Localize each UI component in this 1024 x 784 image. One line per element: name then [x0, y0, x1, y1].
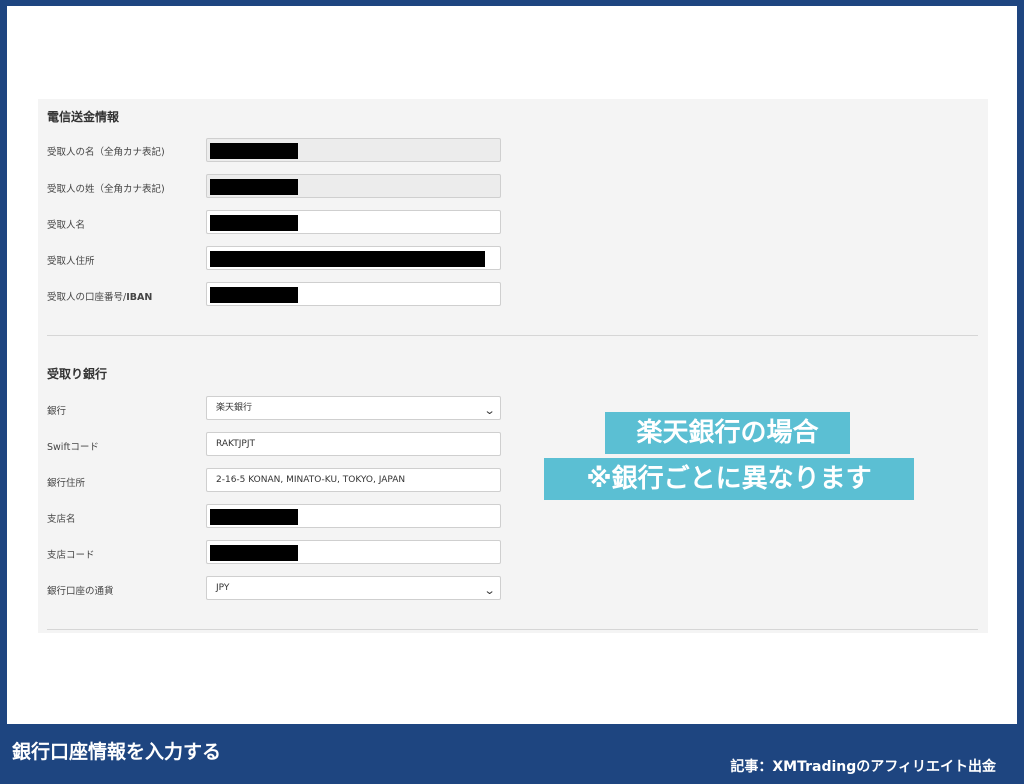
bank-address-label: 銀行住所 [47, 478, 86, 489]
redaction-bar [210, 251, 485, 267]
wire-section-title: 電信送金情報 [47, 110, 120, 124]
branch-name-field[interactable] [206, 504, 501, 528]
redaction-bar [210, 545, 298, 561]
swift-code-label: Swiftコード [47, 442, 99, 453]
section-divider [47, 629, 978, 630]
content-canvas: 電信送金情報 受取人の名（全角カナ表記) 受取人の姓（全角カナ表記) 受取人名 … [7, 6, 1017, 724]
bank-label: 銀行 [47, 406, 67, 417]
screenshot-frame: { "wire_section": { "title": "電信送金情報", "… [0, 0, 1024, 784]
bank-select[interactable]: 楽天銀行 ⌄ [206, 396, 501, 420]
recipient-account-iban-field[interactable] [206, 282, 501, 306]
branch-code-label: 支店コード [47, 550, 95, 561]
recipient-address-field[interactable] [206, 246, 501, 270]
callout-line-1: 楽天銀行の場合 [605, 412, 850, 454]
bank-section-title: 受取り銀行 [47, 367, 108, 381]
recipient-first-name-field[interactable] [206, 138, 501, 162]
redaction-bar [210, 509, 298, 525]
bank-address-field[interactable]: 2-16-5 KONAN, MINATO-KU, TOKYO, JAPAN [206, 468, 501, 492]
withdrawal-form-panel: 電信送金情報 受取人の名（全角カナ表記) 受取人の姓（全角カナ表記) 受取人名 … [38, 99, 988, 633]
recipient-first-name-label: 受取人の名（全角カナ表記) [47, 147, 165, 158]
callout-line-2: ※銀行ごとに異なります [544, 458, 914, 500]
chevron-down-icon: ⌄ [483, 404, 496, 417]
footer-caption: 銀行口座情報を入力する [12, 741, 222, 763]
footer-article-credit: 記事：XMTradingのアフィリエイト出金 [730, 759, 996, 775]
account-currency-select[interactable]: JPY ⌄ [206, 576, 501, 600]
recipient-account-iban-label: 受取人の口座番号/IBAN [47, 292, 153, 303]
recipient-last-name-label: 受取人の姓（全角カナ表記) [47, 184, 165, 195]
chevron-down-icon: ⌄ [483, 584, 496, 597]
recipient-name-field[interactable] [206, 210, 501, 234]
recipient-address-label: 受取人住所 [47, 256, 95, 267]
branch-name-label: 支店名 [47, 514, 76, 525]
swift-code-field[interactable]: RAKTJPJT [206, 432, 501, 456]
recipient-last-name-field[interactable] [206, 174, 501, 198]
branch-code-field[interactable] [206, 540, 501, 564]
redaction-bar [210, 215, 298, 231]
account-currency-label: 銀行口座の通貨 [47, 586, 114, 597]
redaction-bar [210, 143, 298, 159]
redaction-bar [210, 287, 298, 303]
section-divider [47, 335, 978, 336]
recipient-name-label: 受取人名 [47, 220, 86, 231]
redaction-bar [210, 179, 298, 195]
